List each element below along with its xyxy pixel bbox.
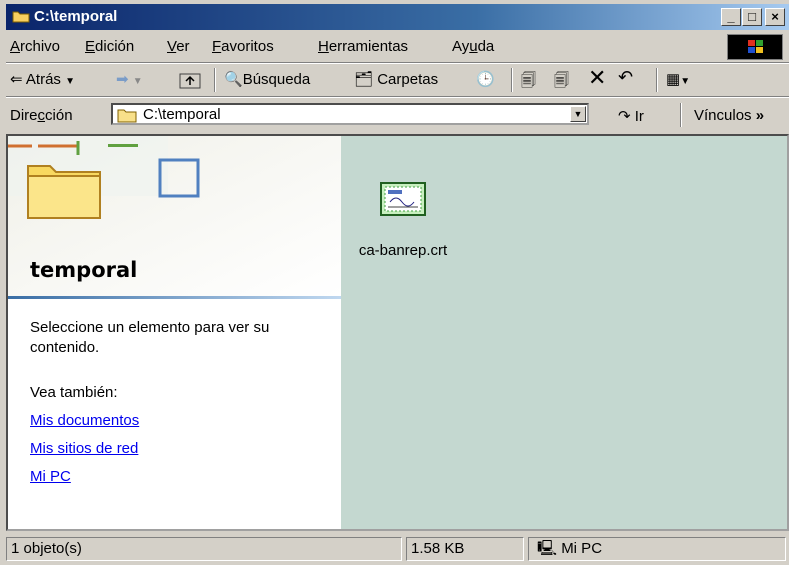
link-mi-pc[interactable]: Mi PC — [30, 468, 71, 485]
file-name: ca-banrep.crt — [358, 242, 448, 259]
history-button[interactable]: 🕒 — [476, 70, 495, 88]
links-button[interactable]: Vínculos » — [694, 107, 764, 124]
menu-edicion[interactable]: Edición — [85, 38, 134, 55]
up-folder-button[interactable] — [178, 68, 202, 94]
delete-icon: ✕ — [588, 65, 607, 90]
search-icon: 🔍 — [224, 71, 243, 88]
chevron-down-icon: ▼ — [65, 76, 76, 87]
standard-toolbar: ⇐ Atrás ▼ ➡ ▼ 🔍Búsqueda 🗂 Carpetas 🕒 🗐 🗐… — [6, 64, 789, 96]
folder-icon — [117, 109, 137, 123]
undo-button[interactable]: ↶ — [618, 67, 633, 88]
menu-ver[interactable]: Ver — [167, 38, 190, 55]
explorer-window: C:\temporal _ □ × Archivo Edición Ver Fa… — [0, 0, 789, 565]
views-button[interactable]: ▦▼ — [666, 70, 690, 88]
web-view-pane: temporal Seleccione un elemento para ver… — [8, 136, 341, 529]
computer-icon: 🖳 — [537, 540, 558, 557]
window-title: C:\temporal — [34, 8, 118, 25]
address-label: Dirección — [10, 107, 73, 124]
back-arrow-icon: ⇐ — [10, 71, 23, 88]
minimize-button[interactable]: _ — [721, 8, 741, 26]
move-to-button[interactable]: 🗐 — [521, 70, 536, 95]
copy-to-button[interactable]: 🗐 — [554, 70, 569, 95]
link-mis-documentos[interactable]: Mis documentos — [30, 412, 139, 429]
up-folder-icon — [179, 73, 201, 89]
go-button[interactable]: ↷ Ir — [618, 107, 644, 125]
undo-icon: ↶ — [618, 67, 634, 87]
forward-arrow-icon: ➡ — [116, 71, 129, 88]
delete-button[interactable]: ✕ — [588, 65, 606, 91]
go-arrow-icon: ↷ — [618, 108, 631, 125]
link-mis-sitios-de-red[interactable]: Mis sitios de red — [30, 440, 138, 457]
certificate-icon — [380, 182, 426, 216]
back-button[interactable]: ⇐ Atrás ▼ — [10, 70, 75, 88]
status-object-count: 1 objeto(s) — [6, 537, 402, 561]
windows-logo-icon — [727, 34, 783, 60]
status-zone: 🖳 Mi PC — [528, 537, 786, 561]
menu-herramientas[interactable]: Herramientas — [318, 38, 408, 55]
views-icon: ▦ — [666, 71, 681, 88]
status-bar: 1 objeto(s) 1.58 KB 🖳 Mi PC — [6, 535, 789, 565]
pane-description: Seleccione un elemento para ver su conte… — [30, 319, 270, 356]
close-button[interactable]: × — [765, 8, 785, 26]
title-bar[interactable]: C:\temporal _ □ × — [6, 4, 789, 30]
menu-favoritos[interactable]: Favoritos — [212, 38, 274, 55]
forward-button[interactable]: ➡ ▼ — [116, 70, 143, 88]
search-button[interactable]: 🔍Búsqueda — [224, 70, 310, 88]
address-dropdown-button[interactable]: ▼ — [570, 106, 586, 122]
menu-bar: Archivo Edición Ver Favoritos Herramient… — [6, 32, 789, 62]
maximize-button[interactable]: □ — [742, 8, 762, 26]
status-size: 1.58 KB — [406, 537, 524, 561]
folders-icon: 🗂 — [354, 71, 374, 88]
copy-to-icon: 🗐 — [554, 72, 569, 89]
menu-ayuda[interactable]: Ayuda — [452, 38, 494, 55]
folder-title: temporal — [30, 258, 138, 282]
address-input[interactable]: C:\temporal ▼ — [111, 103, 589, 125]
content-area: temporal Seleccione un elemento para ver… — [6, 134, 789, 531]
folder-icon — [12, 11, 30, 23]
menu-archivo[interactable]: Archivo — [10, 38, 60, 55]
move-to-icon: 🗐 — [521, 72, 536, 89]
address-bar: Dirección C:\temporal ▼ ↷ Ir Vínculos » — [6, 98, 789, 132]
see-also-label: Vea también: — [30, 384, 118, 401]
title-underline — [8, 296, 341, 299]
folders-button[interactable]: 🗂 Carpetas — [354, 70, 438, 88]
history-icon: 🕒 — [476, 71, 495, 88]
